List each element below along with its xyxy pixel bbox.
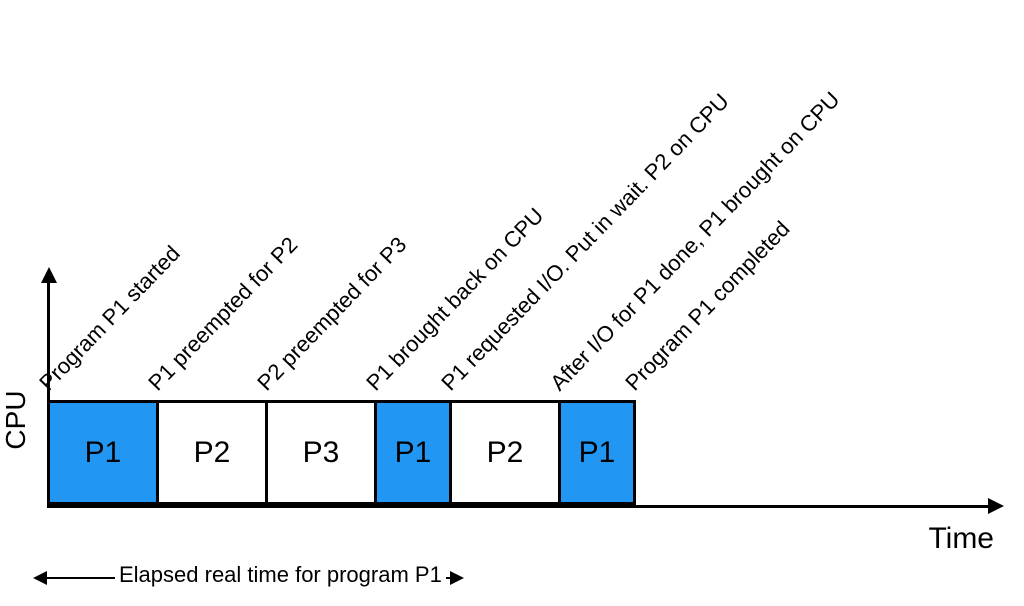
y-axis-label: CPU [0, 370, 32, 430]
brace-caption: Elapsed real time for program P1 [115, 562, 446, 588]
y-axis-arrow-icon [41, 267, 57, 283]
diagram-stage: CPU Time P1P2P3P1P2P1 Program P1 started… [0, 0, 1024, 606]
block-label: P1 [85, 436, 122, 470]
timeline-block: P2 [156, 400, 268, 505]
block-label: P2 [487, 436, 524, 470]
x-axis [47, 505, 992, 508]
timeline-block: P2 [449, 400, 561, 505]
timeline-block: P1 [558, 400, 636, 505]
block-label: P1 [395, 436, 432, 470]
x-axis-arrow-icon [988, 498, 1004, 514]
timeline-block: P3 [265, 400, 377, 505]
block-label: P3 [303, 436, 340, 470]
brace-right-arrow-icon [450, 571, 464, 585]
timeline-block: P1 [47, 400, 159, 505]
block-label: P2 [194, 436, 231, 470]
block-label: P1 [579, 436, 616, 470]
x-axis-label: Time [928, 522, 994, 556]
timeline-block: P1 [374, 400, 452, 505]
